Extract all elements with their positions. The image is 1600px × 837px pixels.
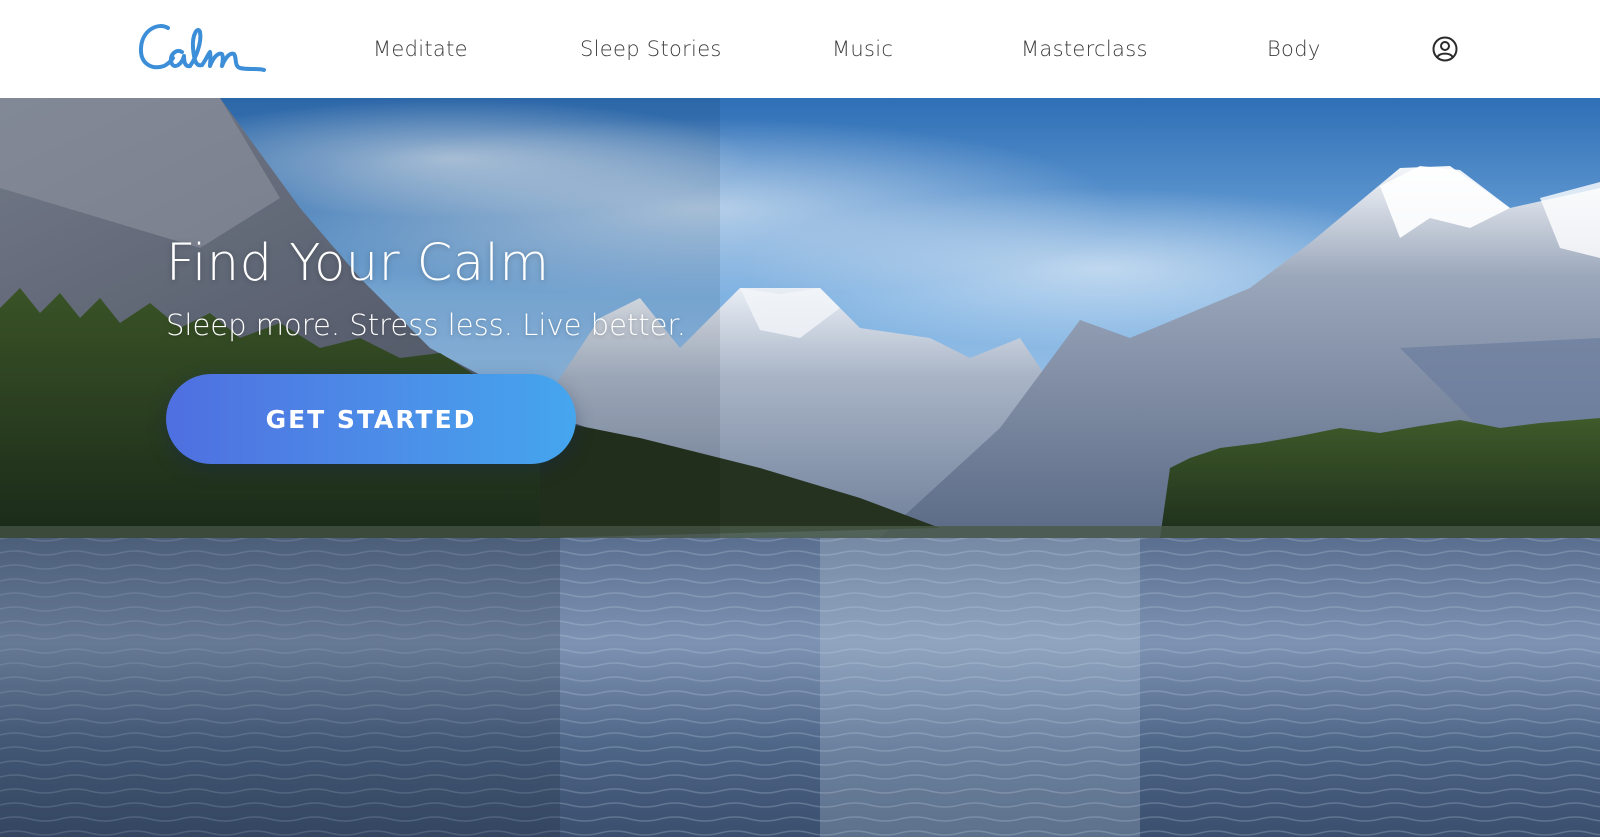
nav-item-meditate[interactable]: Meditate xyxy=(373,37,468,61)
nav-item-sleep-stories[interactable]: Sleep Stories xyxy=(580,37,722,61)
mountain-lake-background xyxy=(0,98,1600,837)
top-navigation-bar: Calm Meditate Sleep Stories Music Master… xyxy=(0,0,1600,98)
get-started-button[interactable]: GET STARTED xyxy=(166,374,576,464)
nav-item-masterclass[interactable]: Masterclass xyxy=(1021,37,1148,61)
calm-logo-script xyxy=(138,24,266,72)
hero-title: Find Your Calm xyxy=(166,234,550,293)
hero-section: Find Your Calm Sleep more. Stress less. … xyxy=(0,98,1600,837)
hero-subtitle: Sleep more. Stress less. Live better. xyxy=(166,308,686,342)
calm-logo[interactable]: Calm xyxy=(138,18,268,78)
nav-item-body[interactable]: Body xyxy=(1267,37,1321,61)
nav-item-music[interactable]: Music xyxy=(832,37,893,61)
user-circle-icon[interactable] xyxy=(1432,36,1458,62)
